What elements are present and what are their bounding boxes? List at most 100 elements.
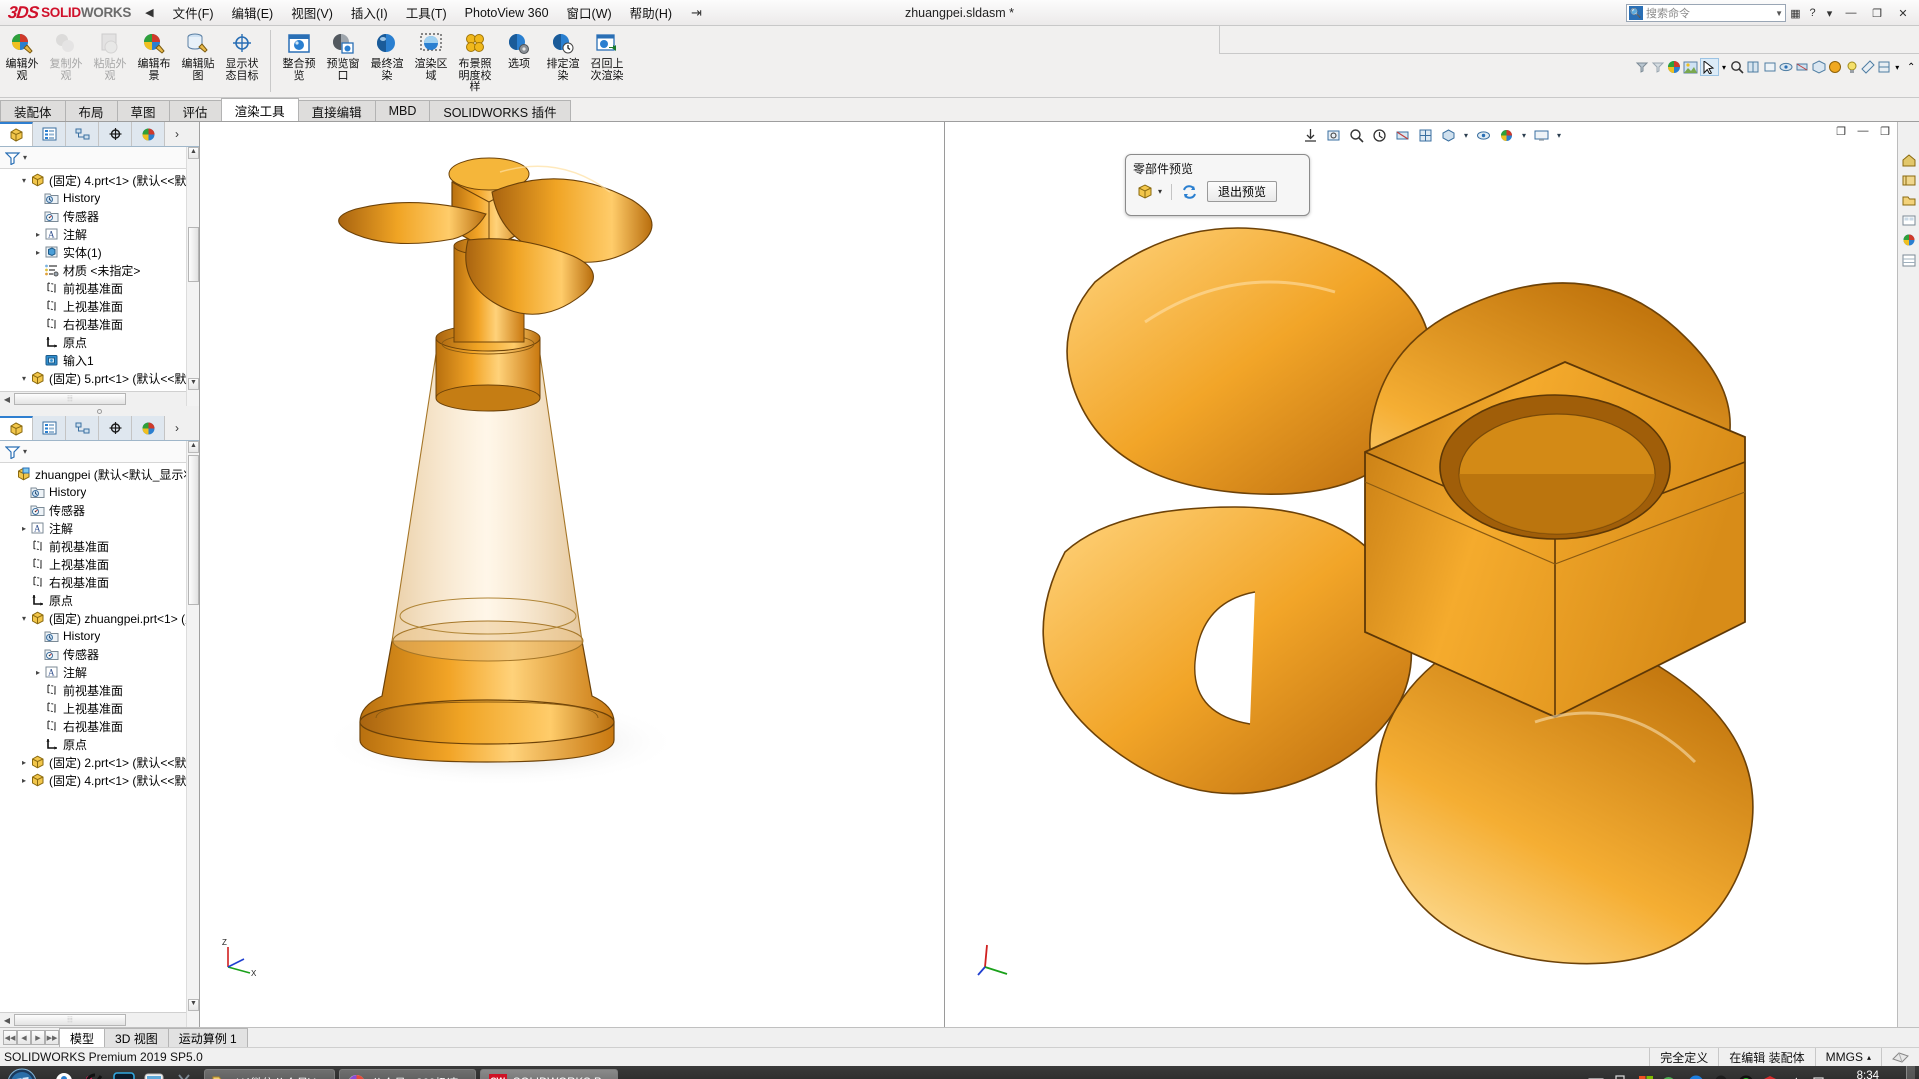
- exit-preview-button[interactable]: 退出预览: [1207, 181, 1278, 202]
- tree-node[interactable]: History: [0, 627, 199, 645]
- tab-assembly[interactable]: 装配体: [0, 100, 66, 121]
- tree-hscroll-top[interactable]: ◀ ⦙⦙⦙: [0, 391, 199, 406]
- vscroll-thumb-top[interactable]: [188, 227, 199, 282]
- model-tab-motion-study[interactable]: 运动算例 1: [167, 1028, 248, 1047]
- copy-appearance-button[interactable]: 复制外观: [44, 29, 88, 84]
- select-arrow-icon[interactable]: [1699, 58, 1719, 76]
- menu-item-edit[interactable]: 编辑(E): [223, 0, 283, 26]
- tree-node[interactable]: ▸ A 注解: [0, 225, 199, 243]
- tree-node[interactable]: 前视基准面: [0, 537, 199, 555]
- minimize-button[interactable]: —: [1839, 3, 1863, 23]
- menu-item-view[interactable]: 视图(V): [282, 0, 342, 26]
- render-region-button[interactable]: 渲染区域: [409, 29, 453, 84]
- appearance-apply-icon[interactable]: [1828, 58, 1843, 76]
- custom-properties-icon[interactable]: [1900, 252, 1918, 268]
- isometric-icon[interactable]: [1811, 58, 1826, 76]
- tree-node[interactable]: 前视基准面: [0, 681, 199, 699]
- media-icon[interactable]: [142, 1071, 166, 1079]
- scene-dropdown-icon[interactable]: ▾: [1555, 125, 1564, 145]
- filter-dropdown-icon-bottom[interactable]: ▾: [23, 447, 27, 456]
- status-overlay-icon[interactable]: [1881, 1047, 1919, 1067]
- kingsoft-icon[interactable]: K: [1687, 1074, 1705, 1079]
- model-tab-model[interactable]: 模型: [59, 1028, 106, 1047]
- green-circle-icon[interactable]: [1737, 1074, 1755, 1079]
- scene-viewport-icon[interactable]: [1532, 125, 1552, 145]
- tree-tabs-more-icon-bottom[interactable]: ›: [165, 416, 189, 440]
- tree-node[interactable]: 前视基准面: [0, 279, 199, 297]
- tree-twisty-icon[interactable]: ▸: [32, 248, 44, 257]
- prev-tab-icon[interactable]: ◀: [17, 1030, 31, 1045]
- tree-node[interactable]: ▸ 实体(1): [0, 243, 199, 261]
- zoom-to-fit-icon[interactable]: [1301, 125, 1321, 145]
- viewport-assembly[interactable]: Z X: [200, 122, 945, 1027]
- menu-item-file[interactable]: 文件(F): [164, 0, 223, 26]
- viewport-part-preview[interactable]: ▾ ▾ ▾ ❐ — ❐ ✕: [945, 122, 1919, 1027]
- tree-splitter[interactable]: [0, 406, 199, 416]
- section-view-icon[interactable]: [1795, 58, 1810, 76]
- edit-decal-button[interactable]: 编辑贴图: [176, 29, 220, 84]
- last-tab-icon[interactable]: ▶▶: [45, 1030, 59, 1045]
- view-palette-icon[interactable]: [1900, 212, 1918, 228]
- display-style-dropdown-icon[interactable]: ▾: [1462, 125, 1471, 145]
- keyboard-ime-icon[interactable]: [1587, 1074, 1605, 1079]
- tree-vscroll-bottom[interactable]: ▲ ▼: [186, 441, 199, 1027]
- status-units[interactable]: MMGS ▴: [1814, 1047, 1881, 1067]
- tree-node[interactable]: ▸ (固定) 2.prt<1> (默认<<默: [0, 753, 199, 771]
- schedule-render-button[interactable]: 排定渲染: [541, 29, 585, 84]
- hscroll-left-icon-bottom[interactable]: ◀: [0, 1016, 14, 1025]
- tree-twisty-icon[interactable]: ▸: [32, 668, 44, 677]
- refresh-icon[interactable]: [1178, 183, 1201, 201]
- tree-twisty-icon[interactable]: ▾: [18, 176, 30, 185]
- tray-expand-icon[interactable]: [1612, 1074, 1630, 1079]
- appearances-dropdown-icon[interactable]: ▾: [1520, 125, 1529, 145]
- integrated-preview-button[interactable]: 整合预览: [277, 29, 321, 84]
- maximize-button[interactable]: ❐: [1865, 3, 1889, 23]
- tree-twisty-icon[interactable]: ▸: [18, 524, 30, 533]
- tree-node[interactable]: 右视基准面: [0, 573, 199, 591]
- taskbar-item-solidworks[interactable]: SW 2019 SOLIDWORKS P...: [479, 1069, 618, 1079]
- tree-node[interactable]: 原点: [0, 591, 199, 609]
- tree-node[interactable]: 原点: [0, 333, 199, 351]
- final-render-button[interactable]: 最终渲染: [365, 29, 409, 84]
- design-library-icon[interactable]: [1900, 172, 1918, 188]
- scroll-down-icon-top[interactable]: ▼: [188, 378, 199, 390]
- snip-icon[interactable]: [172, 1071, 196, 1079]
- tree-node[interactable]: 原点: [0, 735, 199, 753]
- tree-node[interactable]: History: [0, 387, 199, 391]
- tree-node[interactable]: ▸ (固定) 4.prt<1> (默认<<默: [0, 771, 199, 789]
- tree-node[interactable]: ▸ A 注解: [0, 663, 199, 681]
- viewport-restore-icon[interactable]: ❐: [1833, 125, 1849, 138]
- feature-manager-tab-bottom[interactable]: [0, 416, 33, 440]
- tree-twisty-icon[interactable]: ▸: [18, 758, 30, 767]
- tree-node[interactable]: 右视基准面: [0, 315, 199, 333]
- first-tab-icon[interactable]: ◀◀: [3, 1030, 17, 1045]
- menu-item-window[interactable]: 窗口(W): [558, 0, 621, 26]
- view-orientation-icon-vp[interactable]: [1416, 125, 1436, 145]
- filter-row-top[interactable]: ▾: [0, 147, 199, 169]
- scene-illumination-proof-button[interactable]: 布景照明度校样: [453, 29, 497, 96]
- help-icon[interactable]: ?: [1805, 6, 1820, 21]
- tree-hscroll-bottom[interactable]: ◀ ⦙⦙⦙: [0, 1012, 199, 1027]
- hscroll-thumb-top[interactable]: ⦙⦙⦙: [14, 393, 126, 405]
- display-state-target-button[interactable]: 显示状态目标: [220, 29, 264, 84]
- preview-part-icon[interactable]: ▾: [1133, 183, 1165, 201]
- tree-tabs-more-icon[interactable]: ›: [165, 122, 189, 146]
- search-dropdown-icon[interactable]: ▼: [1775, 9, 1783, 18]
- network-icon[interactable]: [1812, 1074, 1830, 1079]
- tree-twisty-icon[interactable]: ▾: [18, 374, 30, 383]
- hscroll-left-icon-top[interactable]: ◀: [0, 395, 14, 404]
- windows-start-icon[interactable]: [0, 1066, 44, 1079]
- property-manager-tab-top[interactable]: [33, 122, 66, 146]
- tree-node[interactable]: 输入1: [0, 351, 199, 369]
- mass-properties-icon[interactable]: [1877, 58, 1892, 76]
- filter-dropdown-icon[interactable]: ▾: [23, 153, 27, 162]
- display-manager-tab-bottom[interactable]: [132, 416, 165, 440]
- pin-icon[interactable]: ⇥: [691, 5, 702, 21]
- tab-solidworks-addins[interactable]: SOLIDWORKS 插件: [429, 100, 571, 121]
- tab-sketch[interactable]: 草图: [116, 100, 170, 121]
- tree-vscroll-top[interactable]: ▲ ▼: [186, 147, 199, 406]
- ribbon-collapse-icon[interactable]: ⌃: [1904, 58, 1919, 76]
- edit-scene-button[interactable]: 编辑布景: [132, 29, 176, 84]
- taskbar-item-browser[interactable]: 公众号 - 360极速...: [339, 1069, 476, 1079]
- scroll-up-icon-top[interactable]: ▲: [188, 147, 199, 159]
